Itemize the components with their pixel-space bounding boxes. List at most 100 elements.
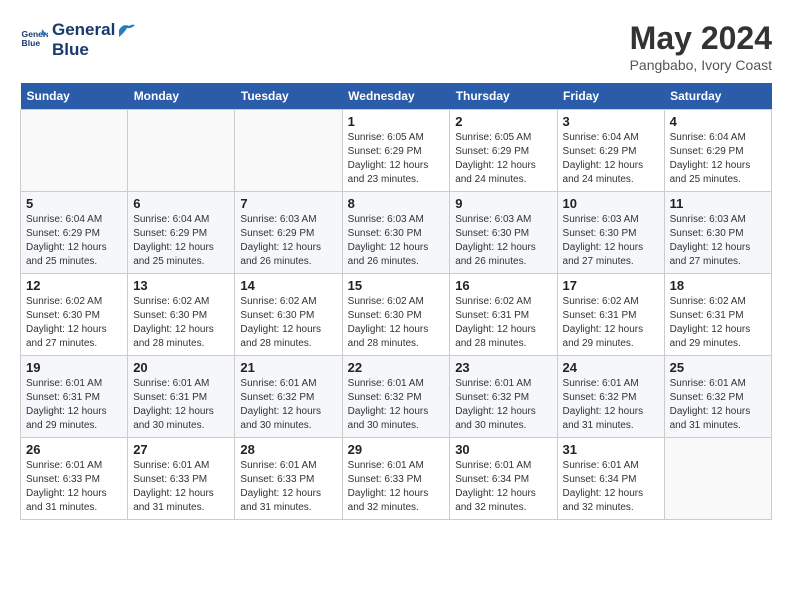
day-number: 14 — [240, 278, 336, 293]
header-day-friday: Friday — [557, 83, 664, 110]
svg-text:Blue: Blue — [22, 38, 41, 48]
location-subtitle: Pangbabo, Ivory Coast — [630, 57, 772, 73]
day-number: 9 — [455, 196, 551, 211]
day-info: Sunrise: 6:02 AM Sunset: 6:31 PM Dayligh… — [455, 295, 551, 351]
day-info: Sunrise: 6:04 AM Sunset: 6:29 PM Dayligh… — [670, 131, 766, 187]
calendar-cell: 14 Sunrise: 6:02 AM Sunset: 6:30 PM Dayli… — [235, 274, 342, 356]
calendar-cell: 8Sunrise: 6:03 AM Sunset: 6:30 PM Daylig… — [342, 192, 450, 274]
day-number: 28 — [240, 442, 336, 457]
days-of-week-header: SundayMondayTuesdayWednesdayThursdayFrid… — [21, 83, 772, 110]
day-number: 19 — [26, 360, 122, 375]
calendar-cell: 22 Sunrise: 6:01 AM Sunset: 6:32 PM Dayli… — [342, 356, 450, 438]
day-info: Sunrise: 6:03 AM Sunset: 6:30 PM Dayligh… — [348, 213, 445, 269]
logo-text-blue: Blue — [52, 40, 135, 60]
day-info: Sunrise: 6:01 AM Sunset: 6:33 PM Dayligh… — [26, 459, 122, 515]
day-number: 4 — [670, 114, 766, 129]
day-info: Sunrise: 6:03 AM Sunset: 6:30 PM Dayligh… — [455, 213, 551, 269]
day-info: Sunrise: 6:01 AM Sunset: 6:33 PM Dayligh… — [240, 459, 336, 515]
day-number: 20 — [133, 360, 229, 375]
calendar-cell: 28 Sunrise: 6:01 AM Sunset: 6:33 PM Dayli… — [235, 438, 342, 520]
calendar-week-5: 26 Sunrise: 6:01 AM Sunset: 6:33 PM Dayli… — [21, 438, 772, 520]
calendar-cell: 4 Sunrise: 6:04 AM Sunset: 6:29 PM Daylig… — [664, 110, 771, 192]
logo-bird-icon — [117, 23, 135, 37]
calendar-cell — [664, 438, 771, 520]
calendar-cell: 26 Sunrise: 6:01 AM Sunset: 6:33 PM Dayli… — [21, 438, 128, 520]
day-info: Sunrise: 6:01 AM Sunset: 6:32 PM Dayligh… — [240, 377, 336, 433]
logo: General Blue General Blue — [20, 20, 135, 60]
day-info: Sunrise: 6:02 AM Sunset: 6:30 PM Dayligh… — [133, 295, 229, 351]
day-info: Sunrise: 6:01 AM Sunset: 6:31 PM Dayligh… — [133, 377, 229, 433]
day-number: 2 — [455, 114, 551, 129]
day-number: 18 — [670, 278, 766, 293]
day-info: Sunrise: 6:02 AM Sunset: 6:31 PM Dayligh… — [670, 295, 766, 351]
day-number: 7 — [240, 196, 336, 211]
calendar-cell: 23 Sunrise: 6:01 AM Sunset: 6:32 PM Dayli… — [450, 356, 557, 438]
day-number: 15 — [348, 278, 445, 293]
day-info: Sunrise: 6:02 AM Sunset: 6:31 PM Dayligh… — [563, 295, 659, 351]
day-info: Sunrise: 6:02 AM Sunset: 6:30 PM Dayligh… — [348, 295, 445, 351]
day-info: Sunrise: 6:04 AM Sunset: 6:29 PM Dayligh… — [26, 213, 122, 269]
calendar-cell: 15 Sunrise: 6:02 AM Sunset: 6:30 PM Dayli… — [342, 274, 450, 356]
day-number: 16 — [455, 278, 551, 293]
calendar-cell: 3 Sunrise: 6:04 AM Sunset: 6:29 PM Daylig… — [557, 110, 664, 192]
day-info: Sunrise: 6:03 AM Sunset: 6:30 PM Dayligh… — [563, 213, 659, 269]
day-info: Sunrise: 6:01 AM Sunset: 6:34 PM Dayligh… — [563, 459, 659, 515]
day-number: 25 — [670, 360, 766, 375]
day-number: 31 — [563, 442, 659, 457]
calendar-cell: 19 Sunrise: 6:01 AM Sunset: 6:31 PM Dayli… — [21, 356, 128, 438]
day-info: Sunrise: 6:05 AM Sunset: 6:29 PM Dayligh… — [348, 131, 445, 187]
calendar-cell: 5 Sunrise: 6:04 AM Sunset: 6:29 PM Daylig… — [21, 192, 128, 274]
calendar-cell: 16 Sunrise: 6:02 AM Sunset: 6:31 PM Dayli… — [450, 274, 557, 356]
calendar-cell: 1Sunrise: 6:05 AM Sunset: 6:29 PM Daylig… — [342, 110, 450, 192]
day-number: 17 — [563, 278, 659, 293]
day-info: Sunrise: 6:05 AM Sunset: 6:29 PM Dayligh… — [455, 131, 551, 187]
day-number: 21 — [240, 360, 336, 375]
day-number: 22 — [348, 360, 445, 375]
calendar-cell: 25Sunrise: 6:01 AM Sunset: 6:32 PM Dayli… — [664, 356, 771, 438]
day-info: Sunrise: 6:01 AM Sunset: 6:32 PM Dayligh… — [563, 377, 659, 433]
day-number: 13 — [133, 278, 229, 293]
logo-text-general: General — [52, 20, 115, 40]
day-number: 5 — [26, 196, 122, 211]
day-number: 6 — [133, 196, 229, 211]
calendar-cell — [235, 110, 342, 192]
day-info: Sunrise: 6:03 AM Sunset: 6:30 PM Dayligh… — [670, 213, 766, 269]
day-number: 10 — [563, 196, 659, 211]
header-day-saturday: Saturday — [664, 83, 771, 110]
day-info: Sunrise: 6:01 AM Sunset: 6:31 PM Dayligh… — [26, 377, 122, 433]
day-number: 30 — [455, 442, 551, 457]
day-info: Sunrise: 6:02 AM Sunset: 6:30 PM Dayligh… — [26, 295, 122, 351]
header-day-tuesday: Tuesday — [235, 83, 342, 110]
day-number: 29 — [348, 442, 445, 457]
calendar-cell: 30 Sunrise: 6:01 AM Sunset: 6:34 PM Dayli… — [450, 438, 557, 520]
calendar-cell — [128, 110, 235, 192]
day-info: Sunrise: 6:01 AM Sunset: 6:32 PM Dayligh… — [348, 377, 445, 433]
header-day-sunday: Sunday — [21, 83, 128, 110]
calendar-week-4: 19 Sunrise: 6:01 AM Sunset: 6:31 PM Dayli… — [21, 356, 772, 438]
calendar-cell: 20 Sunrise: 6:01 AM Sunset: 6:31 PM Dayli… — [128, 356, 235, 438]
calendar-cell: 13 Sunrise: 6:02 AM Sunset: 6:30 PM Dayli… — [128, 274, 235, 356]
calendar-cell: 21 Sunrise: 6:01 AM Sunset: 6:32 PM Dayli… — [235, 356, 342, 438]
day-number: 23 — [455, 360, 551, 375]
day-number: 3 — [563, 114, 659, 129]
day-number: 26 — [26, 442, 122, 457]
header-day-thursday: Thursday — [450, 83, 557, 110]
logo-icon: General Blue — [20, 26, 48, 54]
calendar-cell: 29Sunrise: 6:01 AM Sunset: 6:33 PM Dayli… — [342, 438, 450, 520]
day-info: Sunrise: 6:01 AM Sunset: 6:34 PM Dayligh… — [455, 459, 551, 515]
calendar-cell: 2 Sunrise: 6:05 AM Sunset: 6:29 PM Daylig… — [450, 110, 557, 192]
calendar-cell: 27Sunrise: 6:01 AM Sunset: 6:33 PM Dayli… — [128, 438, 235, 520]
calendar-week-3: 12 Sunrise: 6:02 AM Sunset: 6:30 PM Dayli… — [21, 274, 772, 356]
header-day-wednesday: Wednesday — [342, 83, 450, 110]
day-number: 12 — [26, 278, 122, 293]
day-info: Sunrise: 6:02 AM Sunset: 6:30 PM Dayligh… — [240, 295, 336, 351]
calendar-cell: 17 Sunrise: 6:02 AM Sunset: 6:31 PM Dayli… — [557, 274, 664, 356]
calendar-cell — [21, 110, 128, 192]
header-day-monday: Monday — [128, 83, 235, 110]
day-info: Sunrise: 6:01 AM Sunset: 6:32 PM Dayligh… — [455, 377, 551, 433]
calendar-cell: 12 Sunrise: 6:02 AM Sunset: 6:30 PM Dayli… — [21, 274, 128, 356]
day-number: 24 — [563, 360, 659, 375]
calendar-week-2: 5 Sunrise: 6:04 AM Sunset: 6:29 PM Daylig… — [21, 192, 772, 274]
day-info: Sunrise: 6:04 AM Sunset: 6:29 PM Dayligh… — [563, 131, 659, 187]
day-info: Sunrise: 6:04 AM Sunset: 6:29 PM Dayligh… — [133, 213, 229, 269]
